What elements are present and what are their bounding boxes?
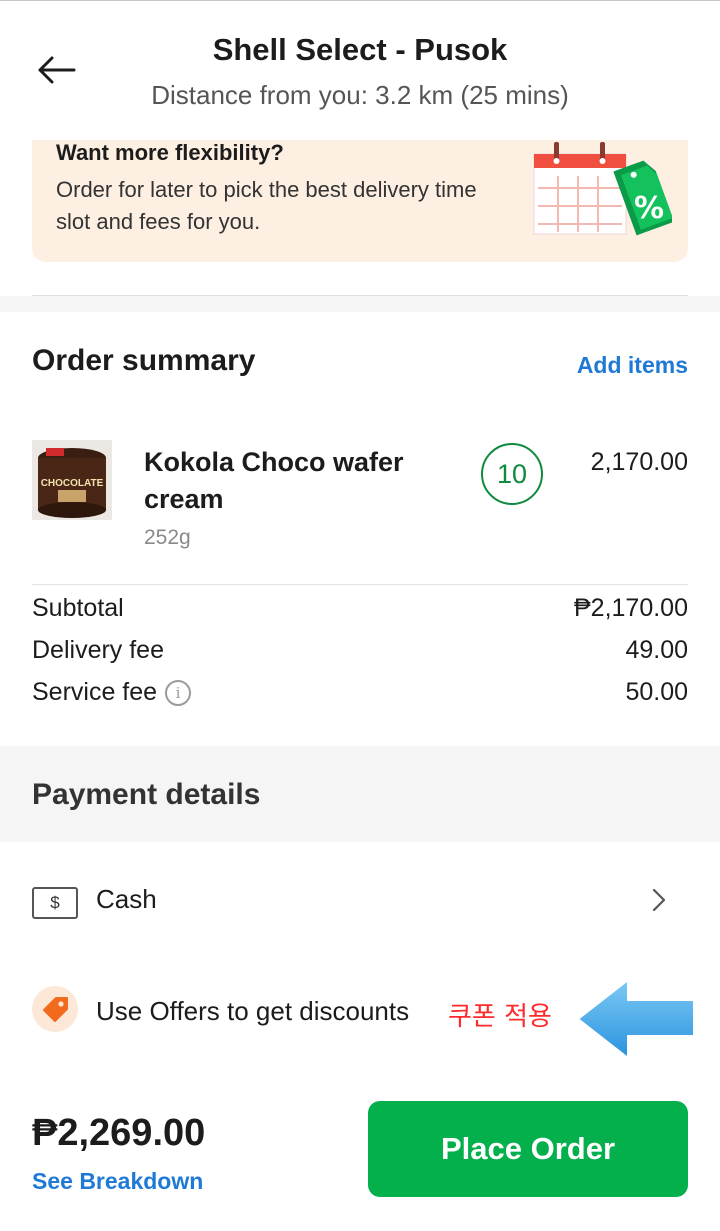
distance-subtitle: Distance from you: 3.2 km (25 mins) (151, 80, 569, 110)
service-fee-label: Service fee (32, 678, 158, 706)
subtotal-value: ₱2,170.00 (574, 594, 688, 622)
banner-text: Order for later to pick the best deliver… (56, 177, 477, 234)
tag-icon (32, 986, 78, 1032)
calendar-discount-icon: % (533, 142, 672, 236)
subtotal-label: Subtotal (32, 594, 124, 622)
arrow-left-annotation-icon (577, 979, 695, 1059)
order-total: ₱2,269.00 (32, 1112, 206, 1154)
service-fee-value: 50.00 (625, 678, 688, 706)
product-image: CHOCOLATE (32, 440, 112, 520)
product-price: 2,170.00 (590, 448, 688, 476)
chevron-right-icon (652, 888, 666, 912)
service-fee-row: Service fee i 50.00 (32, 678, 688, 714)
delivery-fee-label: Delivery fee (32, 636, 164, 664)
subtotal-row: Subtotal ₱2,170.00 (32, 594, 688, 630)
header: Shell Select - Pusok Distance from you: … (0, 0, 720, 130)
see-breakdown-link[interactable]: See Breakdown (32, 1168, 203, 1195)
info-icon[interactable]: i (165, 680, 192, 707)
product-name: Kokola Choco wafer cream (144, 447, 404, 514)
payment-details-title: Payment details (32, 778, 261, 811)
cash-icon: $ (32, 887, 78, 919)
delivery-fee-row: Delivery fee 49.00 (32, 636, 688, 672)
cash-label: Cash (96, 884, 157, 914)
schedule-later-banner[interactable]: Want more flexibility? Order for later t… (32, 140, 688, 262)
svg-text:%: % (634, 191, 664, 226)
add-items-link[interactable]: Add items (577, 352, 688, 379)
store-title: Shell Select - Pusok (212, 32, 508, 67)
quantity-badge[interactable]: 10 (481, 443, 543, 505)
order-summary-title: Order summary (32, 344, 256, 377)
divider (32, 584, 688, 585)
place-order-button[interactable]: Place Order (368, 1101, 688, 1197)
section-gap (0, 296, 720, 312)
coupon-annotation: 쿠폰 적용 (448, 1002, 552, 1032)
offers-label: Use Offers to get discounts (96, 996, 410, 1026)
service-fee-label-wrap: Service fee i (32, 678, 192, 707)
delivery-fee-value: 49.00 (625, 636, 688, 664)
banner-title: Want more flexibility? (56, 140, 284, 165)
svg-text:CHOCOLATE: CHOCOLATE (41, 478, 104, 489)
payment-method-cash[interactable]: $ Cash (32, 880, 688, 930)
product-weight: 252g (144, 526, 191, 549)
